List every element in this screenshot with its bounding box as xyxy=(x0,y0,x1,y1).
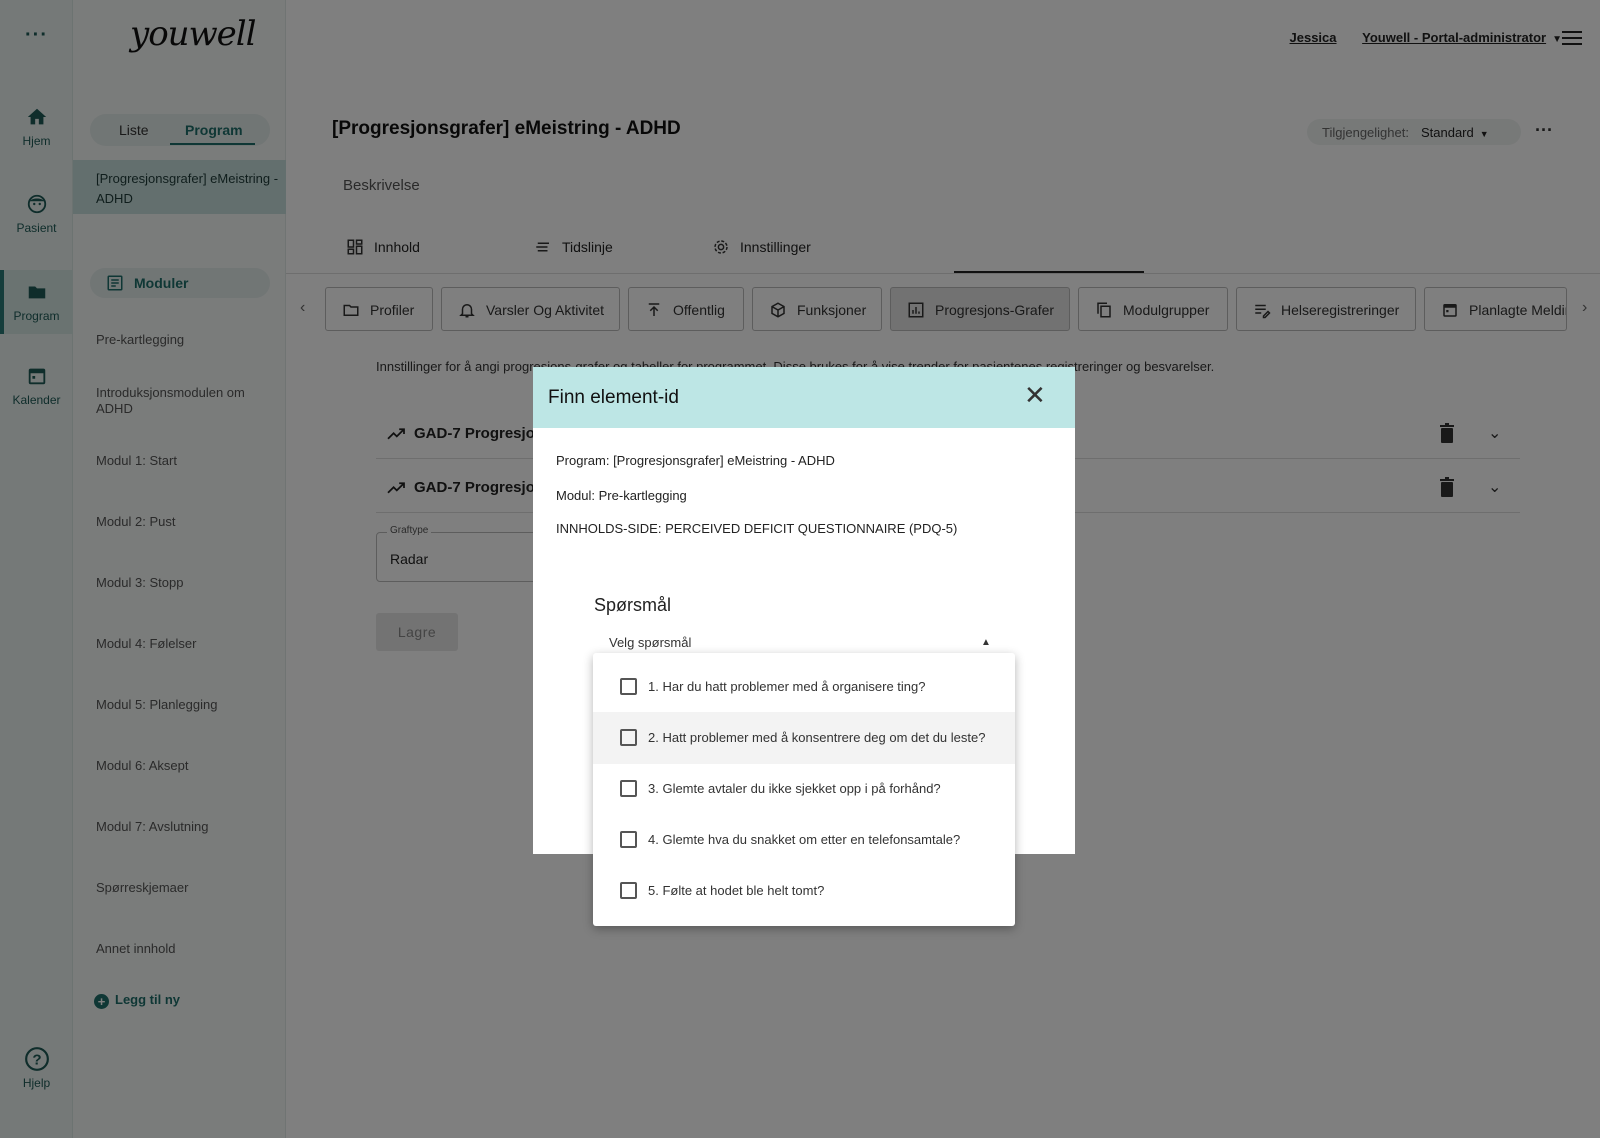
checkbox[interactable] xyxy=(620,729,637,746)
question-option[interactable]: 3. Glemte avtaler du ikke sjekket opp i … xyxy=(593,763,1015,815)
question-options-menu: 1. Har du hatt problemer med å organiser… xyxy=(593,653,1015,926)
checkbox[interactable] xyxy=(620,678,637,695)
question-option[interactable]: 5. Følte at hodet ble helt tomt? xyxy=(593,865,1015,917)
dialog-header: Finn element-id ✕ xyxy=(533,367,1075,428)
question-option-label: 3. Glemte avtaler du ikke sjekket opp i … xyxy=(648,781,941,796)
checkbox[interactable] xyxy=(620,882,637,899)
dialog-module-line: Modul: Pre-kartlegging xyxy=(556,488,687,503)
close-icon[interactable]: ✕ xyxy=(1024,382,1046,408)
question-option-label: 2. Hatt problemer med å konsentrere deg … xyxy=(648,730,986,745)
question-option[interactable]: 4. Glemte hva du snakket om etter en tel… xyxy=(593,814,1015,866)
dialog-page-line: INNHOLDS-SIDE: PERCEIVED DEFICIT QUESTIO… xyxy=(556,521,958,536)
question-section-title: Spørsmål xyxy=(594,595,672,615)
checkbox[interactable] xyxy=(620,831,637,848)
checkbox[interactable] xyxy=(620,780,637,797)
question-option-label: 5. Følte at hodet ble helt tomt? xyxy=(648,883,825,898)
dialog-title: Finn element-id xyxy=(548,387,679,408)
question-option[interactable]: 2. Hatt problemer med å konsentrere deg … xyxy=(593,712,1015,764)
question-option-label: 1. Har du hatt problemer med å organiser… xyxy=(648,679,926,694)
question-option[interactable]: 1. Har du hatt problemer med å organiser… xyxy=(593,661,1015,713)
question-select[interactable]: Velg spørsmål xyxy=(609,635,691,650)
question-option-label: 4. Glemte hva du snakket om etter en tel… xyxy=(648,832,961,847)
chevron-up-icon[interactable]: ▲ xyxy=(981,637,991,648)
dialog-program-line: Program: [Progresjonsgrafer] eMeistring … xyxy=(556,453,835,468)
